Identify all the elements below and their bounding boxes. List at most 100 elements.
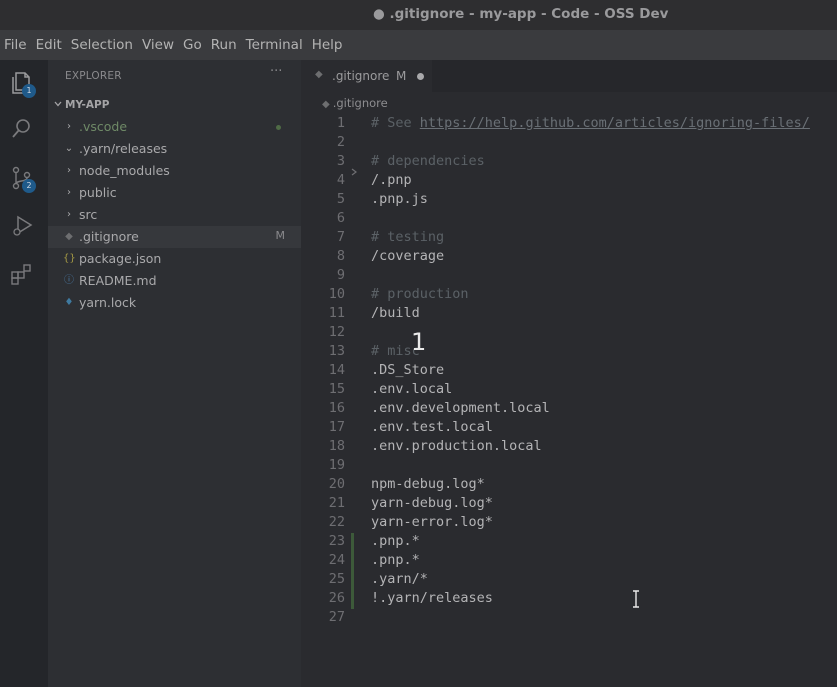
gitignore-file-icon: ◆ (315, 69, 323, 80)
code-line[interactable]: 16 .env.development.local (301, 399, 837, 418)
git-status-badge: M (275, 229, 286, 242)
code-line[interactable]: 1 # See https://help.github.com/articles/… (301, 114, 837, 133)
menu-go[interactable]: Go (179, 30, 207, 60)
menu-run[interactable]: Run (207, 30, 242, 60)
code-line[interactable]: 12 (301, 323, 837, 342)
gitignore-file-icon: ◆ (65, 231, 73, 242)
line-number: 6 (336, 210, 345, 226)
menu-file[interactable]: File (0, 30, 32, 60)
tree-item-yarn-lock[interactable]: ♦ yarn.lock (48, 292, 301, 314)
line-number: 5 (336, 191, 345, 207)
line-text-content: /.pnp (371, 172, 412, 188)
folder-root[interactable]: MY-APP (48, 96, 301, 116)
breadcrumb[interactable]: ◆ .gitignore (322, 96, 388, 110)
line-text: .pnp.js (371, 190, 428, 209)
line-text: !.yarn/releases (371, 589, 493, 608)
tree-item-yarn-releases[interactable]: ⌄ .yarn/releases (48, 138, 301, 160)
extensions-icon[interactable] (9, 261, 35, 287)
tree-item-src[interactable]: › src (48, 204, 301, 226)
code-line[interactable]: 17 .env.test.local (301, 418, 837, 437)
tree-item-readme[interactable]: ⓘ README.md (48, 270, 301, 292)
menu-terminal[interactable]: Terminal (242, 30, 308, 60)
line-text-content: .pnp.* (371, 533, 420, 549)
window-title: ● .gitignore - my-app - Code - OSS Dev (373, 6, 669, 22)
tree-item-vscode[interactable]: › .vscode (48, 116, 301, 138)
code-line[interactable]: 25 .yarn/* (301, 570, 837, 589)
line-text: # production (371, 285, 469, 304)
chevron-down-icon: ⌄ (64, 143, 74, 154)
explorer-title: EXPLORER (65, 70, 122, 82)
line-number: 27 (328, 609, 345, 625)
line-number: 26 (328, 590, 345, 606)
title-bar: ● .gitignore - my-app - Code - OSS Dev (0, 0, 837, 30)
line-text-content: # dependencies (371, 153, 485, 169)
explorer-badge: 1 (22, 84, 36, 98)
code-line[interactable]: 4 /.pnp (301, 171, 837, 190)
code-line[interactable]: 18 .env.production.local (301, 437, 837, 456)
menu-edit[interactable]: Edit (32, 30, 67, 60)
line-number: 13 (328, 343, 345, 359)
chevron-down-icon (54, 101, 62, 107)
activity-bar: 1 2 (0, 60, 48, 687)
editor-area: ◆ .gitignore M ◆ .gitignore 1 # See https:… (301, 60, 837, 687)
tab-bar: ◆ .gitignore M (301, 60, 837, 92)
code-line[interactable]: 6 (301, 209, 837, 228)
line-number: 15 (328, 381, 345, 397)
yarn-file-icon: ♦ (64, 297, 74, 308)
code-line[interactable]: 3 # dependencies (301, 152, 837, 171)
chevron-right-icon: › (67, 187, 71, 198)
line-text: /coverage (371, 247, 444, 266)
line-number: 16 (328, 400, 345, 416)
chevron-right-icon: › (67, 121, 71, 132)
tree-item-gitignore[interactable]: ◆ .gitignore M (48, 226, 301, 248)
line-number: 20 (328, 476, 345, 492)
line-number: 24 (328, 552, 345, 568)
json-file-icon: {} (63, 253, 76, 264)
code-line[interactable]: 20 npm-debug.log* (301, 475, 837, 494)
code-line[interactable]: 19 (301, 456, 837, 475)
text-cursor-icon (633, 590, 639, 608)
tree-item-node-modules[interactable]: › node_modules (48, 160, 301, 182)
line-text: .env.production.local (371, 437, 542, 456)
tree-item-package-json[interactable]: {} package.json (48, 248, 301, 270)
tab-gitignore[interactable]: ◆ .gitignore M (301, 60, 432, 92)
line-number: 7 (336, 229, 345, 245)
modified-dot (276, 125, 281, 130)
line-number: 19 (328, 457, 345, 473)
code-line[interactable]: 27 (301, 608, 837, 627)
step-indicator: 1 (411, 328, 427, 356)
code-line[interactable]: 22 yarn-error.log* (301, 513, 837, 532)
line-number: 25 (328, 571, 345, 587)
line-number: 18 (328, 438, 345, 454)
code-line[interactable]: 2 (301, 133, 837, 152)
line-text-content: npm-debug.log* (371, 476, 485, 492)
code-line[interactable]: 26 !.yarn/releases (301, 589, 837, 608)
code-line[interactable]: 9 (301, 266, 837, 285)
chevron-right-icon: › (67, 165, 71, 176)
code-line[interactable]: 13 # misc (301, 342, 837, 361)
menu-view[interactable]: View (138, 30, 179, 60)
line-text-content: # See (371, 115, 420, 131)
code-line[interactable]: 11/build (301, 304, 837, 323)
line-text: .env.development.local (371, 399, 550, 418)
tree-item-public[interactable]: › public (48, 182, 301, 204)
code-line[interactable]: 10 # production (301, 285, 837, 304)
code-line[interactable]: 5 .pnp.js (301, 190, 837, 209)
code-line[interactable]: 15 .env.local (301, 380, 837, 399)
menu-help[interactable]: Help (308, 30, 348, 60)
search-icon[interactable] (9, 116, 35, 142)
menu-selection[interactable]: Selection (67, 30, 138, 60)
line-text: # testing (371, 228, 444, 247)
unsaved-dot-icon[interactable] (417, 73, 424, 80)
code-line[interactable]: 7 # testing (301, 228, 837, 247)
code-line[interactable]: 21 yarn-debug.log* (301, 494, 837, 513)
line-text-content: .env.test.local (371, 419, 493, 435)
code-line[interactable]: 24 .pnp.* (301, 551, 837, 570)
code-line[interactable]: 14 .DS_Store (301, 361, 837, 380)
info-file-icon: ⓘ (64, 275, 74, 286)
code-line[interactable]: 8/coverage (301, 247, 837, 266)
code-line[interactable]: 23 .pnp.* (301, 532, 837, 551)
more-actions-icon[interactable]: ··· (270, 64, 282, 79)
line-link[interactable]: https://help.github.com/articles/ignorin… (420, 115, 810, 131)
run-debug-icon[interactable] (9, 213, 35, 239)
